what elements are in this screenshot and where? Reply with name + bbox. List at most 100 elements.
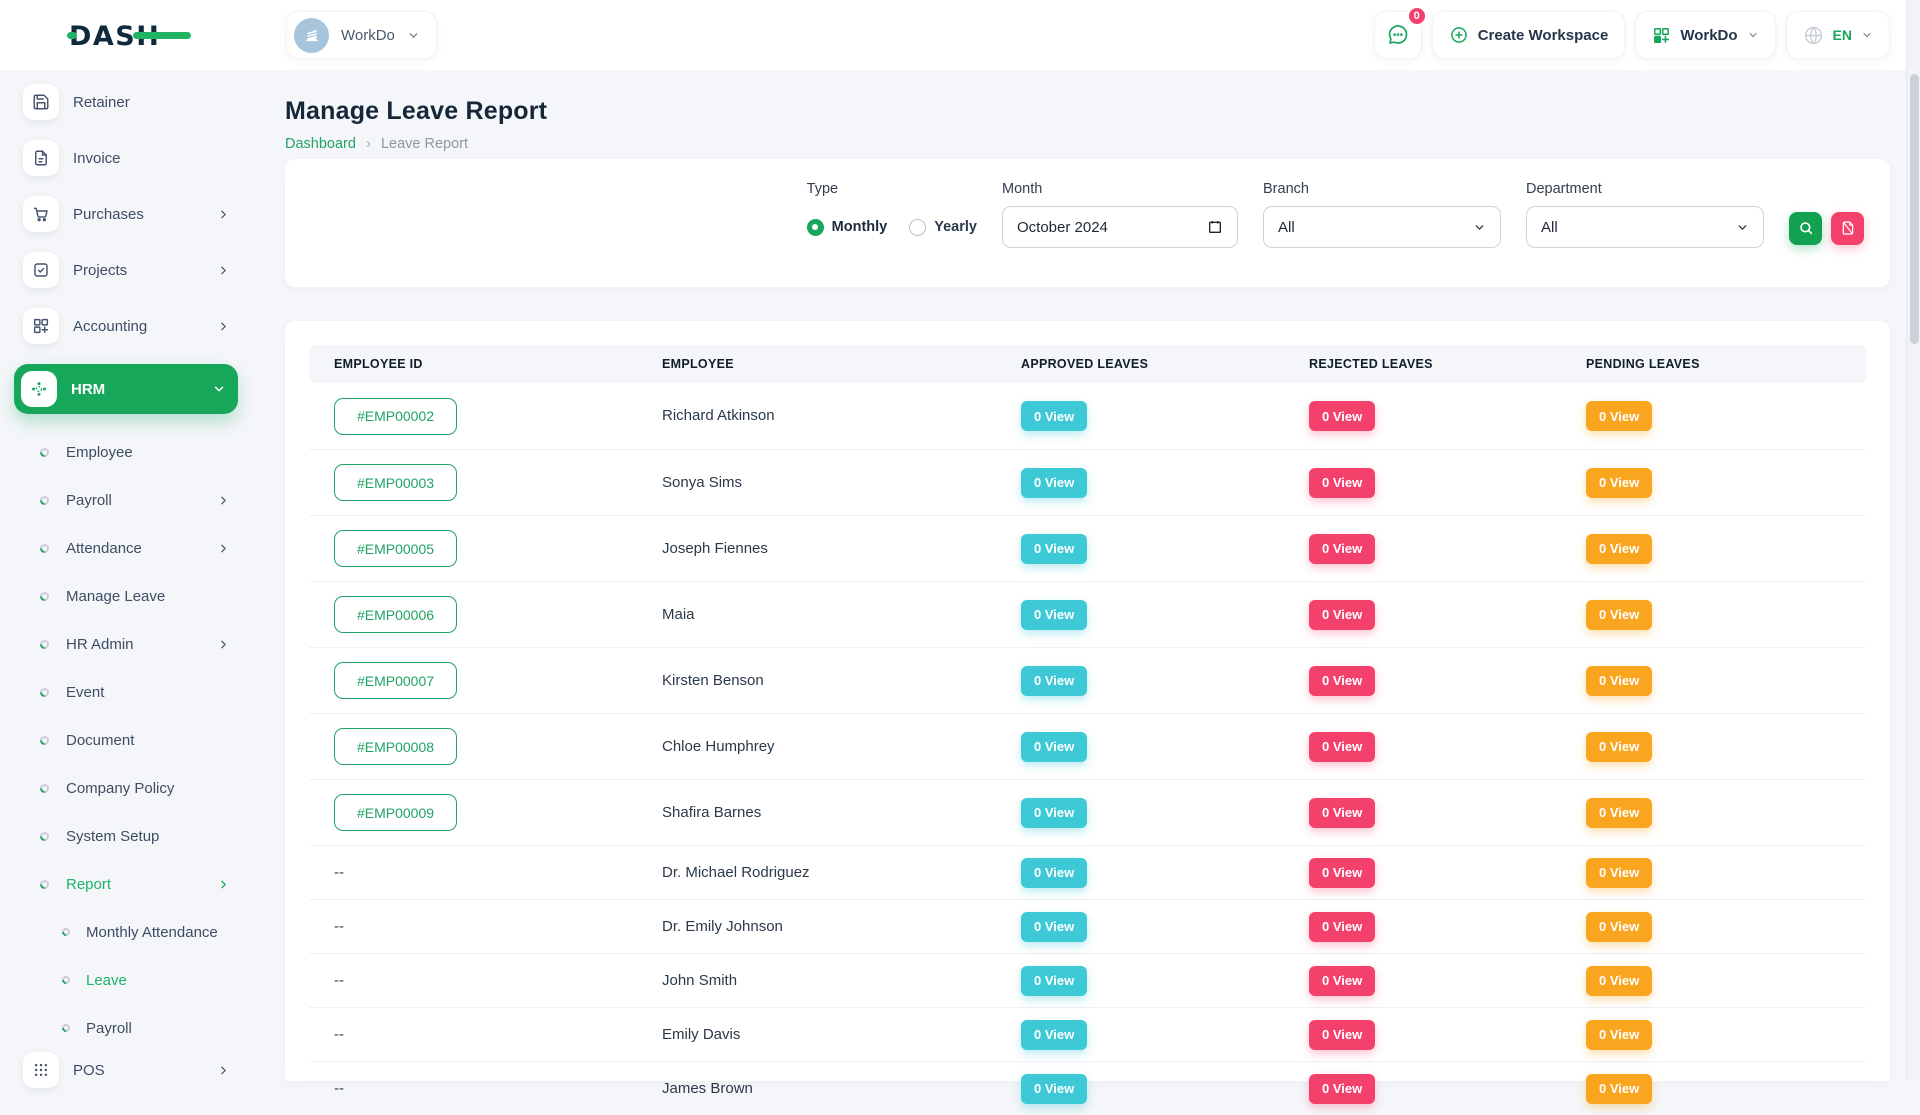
sidebar-item-hr-admin[interactable]: HR Admin	[14, 620, 238, 668]
pending-view-badge[interactable]: 0 View	[1586, 732, 1652, 762]
employee-id-button[interactable]: #EMP00003	[334, 464, 457, 501]
sidebar-item-attendance[interactable]: Attendance	[14, 524, 238, 572]
rejected-view-badge[interactable]: 0 View	[1309, 798, 1375, 828]
sidebar-item-projects[interactable]: Projects	[14, 252, 238, 288]
sidebar-item-retainer[interactable]: Retainer	[14, 84, 238, 120]
messages-button[interactable]: 0	[1374, 11, 1422, 59]
month-input[interactable]: October 2024	[1002, 206, 1238, 248]
rejected-view-badge[interactable]: 0 View	[1309, 966, 1375, 996]
pending-view-badge[interactable]: 0 View	[1586, 468, 1652, 498]
search-button[interactable]	[1789, 212, 1822, 245]
pending-view-badge[interactable]: 0 View	[1586, 401, 1652, 431]
sidebar-item-label: POS	[73, 1062, 105, 1079]
filter-card: Type Monthly Yearly Month	[285, 159, 1890, 287]
sidebar-item-leave[interactable]: Leave	[14, 956, 238, 1004]
rejected-view-badge[interactable]: 0 View	[1309, 468, 1375, 498]
pending-view-badge[interactable]: 0 View	[1586, 534, 1652, 564]
workspace-switcher[interactable]: WorkDo	[286, 11, 437, 59]
breadcrumb-dashboard-link[interactable]: Dashboard	[285, 136, 356, 152]
language-selector[interactable]: EN	[1786, 11, 1890, 59]
approved-view-badge[interactable]: 0 View	[1021, 966, 1087, 996]
employee-id-button[interactable]: #EMP00006	[334, 596, 457, 633]
approved-view-badge[interactable]: 0 View	[1021, 798, 1087, 828]
approved-view-badge[interactable]: 0 View	[1021, 600, 1087, 630]
pending-view-badge[interactable]: 0 View	[1586, 666, 1652, 696]
sidebar-item-system-setup[interactable]: System Setup	[14, 812, 238, 860]
circle-plus-icon	[1449, 25, 1469, 45]
sidebar-item-report[interactable]: Report	[14, 860, 238, 908]
approved-view-badge[interactable]: 0 View	[1021, 666, 1087, 696]
sidebar-item-document[interactable]: Document	[14, 716, 238, 764]
approved-view-badge[interactable]: 0 View	[1021, 1074, 1087, 1104]
pending-view-badge[interactable]: 0 View	[1586, 966, 1652, 996]
sidebar-item-event[interactable]: Event	[14, 668, 238, 716]
table-row: #EMP00009Shafira Barnes0 View0 View0 Vie…	[309, 779, 1866, 845]
branch-select[interactable]: All	[1263, 206, 1501, 248]
sidebar-item-label: Monthly Attendance	[86, 924, 218, 941]
pending-view-badge[interactable]: 0 View	[1586, 798, 1652, 828]
sidebar-item-purchases[interactable]: Purchases	[14, 196, 238, 232]
main-content: Manage Leave Report Dashboard › Leave Re…	[250, 70, 1920, 1080]
sidebar-item-payroll[interactable]: Payroll	[14, 476, 238, 524]
page-scrollbar[interactable]	[1906, 0, 1920, 1080]
employee-id-empty: --	[334, 1080, 344, 1097]
create-workspace-button[interactable]: Create Workspace	[1432, 11, 1626, 59]
sidebar-item-label: Document	[66, 732, 134, 749]
workdo-menu-button[interactable]: WorkDo	[1635, 11, 1775, 59]
hrm-icon	[21, 371, 57, 407]
approved-view-badge[interactable]: 0 View	[1021, 468, 1087, 498]
employee-id-button[interactable]: #EMP00007	[334, 662, 457, 699]
approved-view-badge[interactable]: 0 View	[1021, 858, 1087, 888]
pending-view-badge[interactable]: 0 View	[1586, 600, 1652, 630]
sidebar-item-manage-leave[interactable]: Manage Leave	[14, 572, 238, 620]
sidebar-item-accounting[interactable]: Accounting	[14, 308, 238, 344]
employee-id-button[interactable]: #EMP00002	[334, 398, 457, 435]
sidebar-item-monthly-attendance[interactable]: Monthly Attendance	[14, 908, 238, 956]
rejected-view-badge[interactable]: 0 View	[1309, 1074, 1375, 1104]
sidebar-item-label: Projects	[73, 262, 127, 279]
department-label: Department	[1526, 181, 1764, 197]
calendar-icon[interactable]	[1207, 219, 1223, 235]
pending-view-badge[interactable]: 0 View	[1586, 1074, 1652, 1104]
sidebar-item-employee[interactable]: Employee	[14, 428, 238, 476]
bullet-icon	[38, 590, 51, 603]
pending-view-badge[interactable]: 0 View	[1586, 858, 1652, 888]
employee-name: Maia	[662, 606, 695, 623]
reset-filter-button[interactable]	[1831, 212, 1864, 245]
radio-yearly[interactable]: Yearly	[909, 219, 977, 236]
chevron-down-icon	[1473, 221, 1486, 234]
table-row: #EMP00008Chloe Humphrey0 View0 View0 Vie…	[309, 713, 1866, 779]
sidebar-item-pos[interactable]: POS	[14, 1052, 238, 1088]
employee-id-button[interactable]: #EMP00008	[334, 728, 457, 765]
rejected-view-badge[interactable]: 0 View	[1309, 600, 1375, 630]
rejected-view-badge[interactable]: 0 View	[1309, 732, 1375, 762]
radio-checked-icon[interactable]	[807, 219, 824, 236]
rejected-view-badge[interactable]: 0 View	[1309, 666, 1375, 696]
scrollbar-thumb[interactable]	[1910, 74, 1919, 344]
pending-view-badge[interactable]: 0 View	[1586, 1020, 1652, 1050]
breadcrumb-current: Leave Report	[381, 136, 468, 152]
radio-unchecked-icon[interactable]	[909, 219, 926, 236]
rejected-view-badge[interactable]: 0 View	[1309, 401, 1375, 431]
radio-monthly[interactable]: Monthly	[807, 219, 888, 236]
employee-name: Dr. Emily Johnson	[662, 918, 783, 935]
employee-id-button[interactable]: #EMP00005	[334, 530, 457, 567]
pending-view-badge[interactable]: 0 View	[1586, 912, 1652, 942]
sidebar-item-invoice[interactable]: Invoice	[14, 140, 238, 176]
globe-icon	[1803, 25, 1824, 46]
rejected-view-badge[interactable]: 0 View	[1309, 1020, 1375, 1050]
approved-view-badge[interactable]: 0 View	[1021, 912, 1087, 942]
employee-id-button[interactable]: #EMP00009	[334, 794, 457, 831]
department-select[interactable]: All	[1526, 206, 1764, 248]
sidebar-item-payroll[interactable]: Payroll	[14, 1004, 238, 1052]
approved-view-badge[interactable]: 0 View	[1021, 534, 1087, 564]
approved-view-badge[interactable]: 0 View	[1021, 1020, 1087, 1050]
employee-name: James Brown	[662, 1080, 753, 1097]
approved-view-badge[interactable]: 0 View	[1021, 401, 1087, 431]
rejected-view-badge[interactable]: 0 View	[1309, 858, 1375, 888]
rejected-view-badge[interactable]: 0 View	[1309, 534, 1375, 564]
approved-view-badge[interactable]: 0 View	[1021, 732, 1087, 762]
sidebar-item-hrm[interactable]: HRM	[14, 364, 238, 414]
rejected-view-badge[interactable]: 0 View	[1309, 912, 1375, 942]
sidebar-item-company-policy[interactable]: Company Policy	[14, 764, 238, 812]
